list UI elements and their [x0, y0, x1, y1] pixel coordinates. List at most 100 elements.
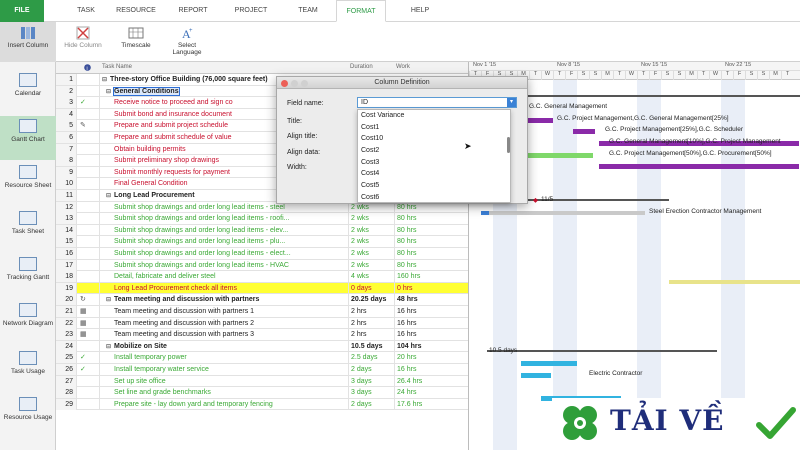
- task-name-cell[interactable]: Submit shop drawings and order long lead…: [100, 236, 346, 247]
- field-option[interactable]: Cost4: [358, 168, 510, 180]
- table-row[interactable]: 20 ↻ ⊟ Team meeting and discussion with par…: [56, 294, 468, 306]
- duration-cell[interactable]: 3 days: [348, 375, 392, 387]
- nav-network-diagram[interactable]: Network Diagram: [0, 300, 56, 344]
- duration-cell[interactable]: 2 wks: [348, 224, 392, 236]
- work-cell[interactable]: 16 hrs: [394, 317, 468, 329]
- task-name-cell[interactable]: Install temporary power: [100, 352, 346, 363]
- work-cell[interactable]: 17.6 hrs: [394, 398, 468, 410]
- work-header[interactable]: Work: [396, 64, 410, 70]
- field-name-select[interactable]: ID ▾: [357, 97, 517, 108]
- nav-gantt-chart[interactable]: Gantt Chart: [0, 116, 56, 160]
- gantt-bar[interactable]: [481, 210, 645, 215]
- nav-resource-usage[interactable]: Resource Usage: [0, 394, 56, 438]
- tab-report[interactable]: REPORT: [168, 0, 218, 22]
- duration-header[interactable]: Duration: [350, 64, 373, 70]
- duration-cell[interactable]: 2 wks: [348, 248, 392, 259]
- duration-cell[interactable]: 20.25 days: [348, 294, 392, 306]
- collapse-toggle-icon[interactable]: ⊟: [106, 89, 111, 95]
- duration-cell[interactable]: 2 hrs: [348, 306, 392, 317]
- field-options-list[interactable]: Cost Variance Cost1 Cost10 Cost2 Cost3 Cost4 C…: [357, 109, 511, 203]
- work-cell[interactable]: 48 hrs: [394, 294, 468, 306]
- task-name-cell[interactable]: ⊟ Team meeting and discussion with partne…: [100, 294, 346, 306]
- tab-format[interactable]: FORMAT: [336, 0, 386, 22]
- hide-column-button[interactable]: Hide Column: [58, 22, 108, 62]
- work-cell[interactable]: 20 hrs: [394, 352, 468, 364]
- collapse-toggle-icon[interactable]: ⊟: [106, 193, 111, 199]
- nav-calendar[interactable]: Calendar: [0, 70, 56, 114]
- field-option[interactable]: Cost1: [358, 122, 510, 134]
- duration-cell[interactable]: 10.5 days: [348, 340, 392, 352]
- timescale-button[interactable]: Timescale: [112, 22, 160, 62]
- tab-resource[interactable]: RESOURCE: [110, 0, 162, 22]
- table-row[interactable]: 21 ▦ Team meeting and discussion with part…: [56, 306, 468, 318]
- work-cell[interactable]: 104 hrs: [394, 340, 468, 352]
- task-name-cell[interactable]: Detail, fabricate and deliver steel: [100, 271, 346, 282]
- task-name-cell[interactable]: Team meeting and discussion with partner…: [100, 306, 346, 317]
- table-row[interactable]: 25 ✓ Install temporary power 2.5 days 20 hrs: [56, 352, 468, 364]
- collapse-toggle-icon[interactable]: ⊟: [106, 297, 111, 303]
- nav-tracking-gantt[interactable]: Tracking Gantt: [0, 254, 56, 298]
- duration-cell[interactable]: 2 days: [348, 398, 392, 410]
- work-cell[interactable]: 160 hrs: [394, 271, 468, 283]
- select-language-button[interactable]: A + Select Language: [162, 22, 212, 62]
- task-name-cell[interactable]: Submit shop drawings and order long lead…: [100, 213, 346, 224]
- task-name-cell[interactable]: Prepare site - lay down yard and tempora…: [100, 399, 346, 410]
- task-name-cell[interactable]: Submit shop drawings and order long lead…: [100, 260, 346, 271]
- table-row[interactable]: 23 ▦ Team meeting and discussion with part…: [56, 329, 468, 341]
- nav-task-usage[interactable]: Task Usage: [0, 348, 56, 392]
- task-name-cell[interactable]: Team meeting and discussion with partner…: [100, 329, 346, 340]
- duration-cell[interactable]: 2.5 days: [348, 352, 392, 364]
- close-dialog-button[interactable]: [281, 80, 288, 87]
- insert-column-button[interactable]: Insert Column: [0, 22, 56, 62]
- zoom-dialog-button[interactable]: [301, 80, 308, 87]
- table-row[interactable]: 14 Submit shop drawings and order long le…: [56, 224, 468, 237]
- gantt-bar[interactable]: [521, 373, 551, 378]
- task-name-cell[interactable]: Set line and grade benchmarks: [100, 387, 346, 398]
- task-name-header[interactable]: Task Name: [102, 64, 132, 70]
- table-row[interactable]: 16 Submit shop drawings and order long le…: [56, 248, 468, 260]
- table-row[interactable]: 24 ⊟ Mobilize on Site 10.5 days 104 hrs: [56, 340, 468, 353]
- nav-resource-sheet[interactable]: Resource Sheet: [0, 162, 56, 206]
- task-name-cell[interactable]: Set up site office: [100, 376, 346, 387]
- table-row[interactable]: 29 Prepare site - lay down yard and tempo…: [56, 398, 468, 411]
- gantt-bar[interactable]: [599, 164, 799, 170]
- table-row[interactable]: 28 Set line and grade benchmarks 3 days 24 …: [56, 387, 468, 399]
- nav-task-sheet[interactable]: Task Sheet: [0, 208, 56, 252]
- task-name-cell[interactable]: Long Lead Procurement check all items: [100, 283, 346, 294]
- work-cell[interactable]: 16 hrs: [394, 364, 468, 375]
- work-cell[interactable]: 0 hrs: [394, 282, 468, 294]
- table-row[interactable]: 17 Submit shop drawings and order long le…: [56, 259, 468, 272]
- duration-cell[interactable]: 2 days: [348, 364, 392, 375]
- duration-cell[interactable]: 2 wks: [348, 236, 392, 248]
- minimize-dialog-button[interactable]: [291, 80, 298, 87]
- collapse-toggle-icon[interactable]: ⊟: [106, 344, 111, 350]
- field-option[interactable]: Cost Variance: [358, 110, 510, 122]
- table-row[interactable]: 26 ✓ Install temporary water service 2 days…: [56, 364, 468, 376]
- work-cell[interactable]: 80 hrs: [394, 224, 468, 236]
- table-row[interactable]: 15 Submit shop drawings and order long le…: [56, 236, 468, 248]
- tab-file[interactable]: FILE: [0, 0, 44, 22]
- options-scrollbar[interactable]: [507, 137, 510, 153]
- gantt-bar[interactable]: [573, 129, 595, 135]
- duration-cell[interactable]: 2 wks: [348, 259, 392, 271]
- work-cell[interactable]: 16 hrs: [394, 329, 468, 341]
- field-option[interactable]: Cost10: [358, 133, 510, 145]
- dropdown-arrow-icon[interactable]: ▾: [507, 98, 516, 107]
- task-name-cell[interactable]: Submit shop drawings and order long lead…: [100, 225, 346, 236]
- table-row[interactable]: 19 Long Lead Procurement check all items 0…: [56, 282, 468, 295]
- work-cell[interactable]: 16 hrs: [394, 306, 468, 317]
- work-cell[interactable]: 80 hrs: [394, 236, 468, 248]
- work-cell[interactable]: 80 hrs: [394, 213, 468, 225]
- gantt-bar[interactable]: [669, 280, 800, 285]
- work-cell[interactable]: 24 hrs: [394, 387, 468, 399]
- task-name-cell[interactable]: Install temporary water service: [100, 364, 346, 375]
- work-cell[interactable]: 26.4 hrs: [394, 375, 468, 387]
- task-name-cell[interactable]: Team meeting and discussion with partner…: [100, 318, 346, 329]
- duration-cell[interactable]: 2 wks: [348, 213, 392, 225]
- table-row[interactable]: 13 Submit shop drawings and order long le…: [56, 213, 468, 225]
- gantt-bar[interactable]: [481, 210, 489, 215]
- table-row[interactable]: 18 Detail, fabricate and deliver steel 4 w…: [56, 271, 468, 283]
- task-name-cell[interactable]: ⊟ Mobilize on Site: [100, 341, 346, 353]
- gantt-bar[interactable]: [521, 361, 577, 367]
- gantt-bar[interactable]: [487, 349, 717, 352]
